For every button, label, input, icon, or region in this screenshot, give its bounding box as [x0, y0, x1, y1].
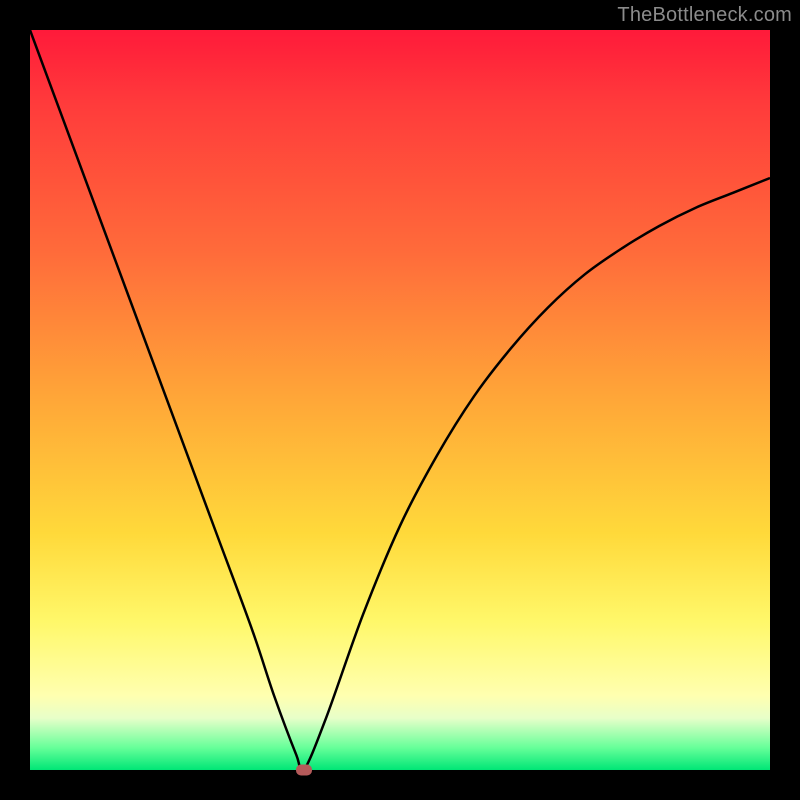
watermark-text: TheBottleneck.com — [617, 4, 792, 27]
min-marker — [296, 765, 312, 776]
plot-area — [30, 30, 770, 770]
curve-path — [30, 30, 770, 770]
bottleneck-curve — [30, 30, 770, 770]
chart-frame: TheBottleneck.com — [0, 0, 800, 800]
